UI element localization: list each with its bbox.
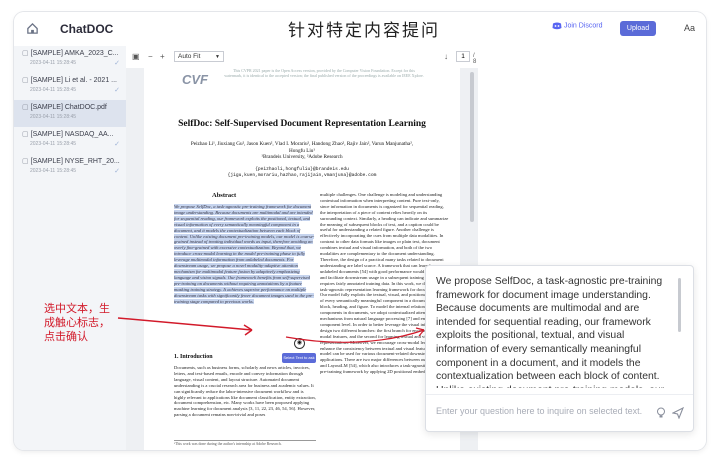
file-date: 2023-04-11 15:28:45 [30, 168, 77, 174]
zoom-select[interactable]: Auto Fit ▼ [174, 51, 224, 62]
check-icon: ✓ [114, 60, 120, 67]
footnote: ¹This work was done during the author's … [174, 440, 316, 446]
intro-heading: 1. Introduction [174, 354, 213, 360]
zoom-in-button[interactable]: + [160, 52, 165, 61]
pdf-toolbar: ▣ − + Auto Fit ▼ ↓ 1 / 8 [126, 46, 478, 69]
file-name: [SAMPLE] Li et al. - 2021 ... [30, 77, 118, 84]
file-date: 2023-04-11 15:28:45 [30, 114, 77, 120]
file-icon: ▢ [22, 77, 29, 84]
discord-icon [552, 22, 562, 30]
cvpr-notice: This CVPR 2021 paper is the Open Access … [224, 68, 424, 78]
file-icon: ▢ [22, 131, 29, 138]
author-list: Peizhao Li¹, Jiuxiang Gu², Jason Kuen², … [190, 141, 414, 154]
join-discord-link[interactable]: Join Discord [552, 22, 602, 30]
sidebar-toggle-icon[interactable]: ▣ [132, 52, 140, 61]
file-item[interactable]: ▢ [SAMPLE] NYSE_RHT_20... 2023-04-11 15:2… [14, 154, 126, 181]
file-sidebar: ▢ [SAMPLE] AMKA_2023_C... 2023-04-11 15:2… [14, 46, 127, 450]
file-date: 2023-04-11 15:28:45 [30, 60, 77, 66]
file-date: 2023-04-11 15:28:45 [30, 141, 77, 147]
file-name: [SAMPLE] NASDAQ_AA... [30, 131, 114, 138]
zoom-value: Auto Fit [178, 53, 201, 60]
file-item[interactable]: ▢ [SAMPLE] Li et al. - 2021 ... 2023-04-1… [14, 73, 126, 100]
check-icon: ✓ [114, 141, 120, 148]
pdf-page[interactable]: CVF This CVPR 2021 paper is the Open Acc… [144, 68, 460, 450]
chevron-down-icon: ▼ [215, 54, 220, 60]
abstract-text-selected[interactable]: We propose SelfDoc, a task-agnostic pre-… [174, 204, 316, 304]
paper-authors: Peizhao Li¹, Jiuxiang Gu², Jason Kuen², … [184, 141, 420, 161]
header-annotation: 针对特定内容提问 [288, 21, 440, 41]
ask-selection-button[interactable]: Select Text to ask question [282, 353, 316, 370]
app-title: ChatDOC [60, 22, 114, 36]
lightbulb-icon[interactable] [656, 407, 666, 419]
upload-button[interactable]: Upload [620, 21, 656, 36]
check-icon: ✓ [114, 87, 120, 94]
file-name: [SAMPLE] ChatDOC.pdf [30, 104, 107, 111]
affiliations: ¹Brandeis University, ²Adobe Research [261, 154, 343, 160]
file-name: [SAMPLE] AMKA_2023_C... [30, 50, 119, 57]
intro-text: Documents, such as business forms, schol… [174, 365, 316, 418]
ask-marker-icon[interactable]: ◉ [294, 338, 305, 349]
selected-highlight: We propose SelfDoc, a task-agnostic pre-… [174, 204, 315, 304]
file-icon: ▢ [22, 50, 29, 57]
check-icon: ✓ [114, 168, 120, 175]
page-number-input[interactable]: 1 [456, 51, 470, 62]
pdf-scrollbar[interactable] [470, 72, 474, 222]
file-item-active[interactable]: ▢ [SAMPLE] ChatDOC.pdf 2023-04-11 15:28:4… [14, 100, 126, 127]
file-item[interactable]: ▢ [SAMPLE] AMKA_2023_C... 2023-04-11 15:2… [14, 46, 126, 73]
selected-text-chat: We propose SelfDoc, a task-agnostic pre-… [425, 265, 694, 432]
author-emails: {peizhaoli,hongfuliu}@brandeis.edu {jigu… [227, 167, 377, 178]
send-icon[interactable] [672, 407, 684, 419]
chat-divider [426, 394, 693, 395]
question-input[interactable] [436, 399, 646, 423]
zoom-out-button[interactable]: − [148, 52, 153, 61]
file-date: 2023-04-11 15:28:45 [30, 87, 77, 93]
file-icon: ▢ [22, 104, 29, 111]
home-icon[interactable] [26, 22, 39, 35]
abstract-heading: Abstract [212, 192, 237, 199]
discord-label: Join Discord [563, 22, 603, 30]
selected-text-quote: We propose SelfDoc, a task-agnostic pre-… [436, 276, 664, 388]
file-icon: ▢ [22, 158, 29, 165]
file-item[interactable]: ▢ [SAMPLE] NASDAQ_AA... 2023-04-11 15:28:… [14, 127, 126, 154]
top-header: ChatDOC 针对特定内容提问 Join Discord Upload Aa [14, 12, 706, 47]
file-name: [SAMPLE] NYSE_RHT_20... [30, 158, 120, 165]
arrow-down-icon[interactable]: ↓ [444, 52, 448, 61]
chat-scrollbar[interactable] [678, 278, 681, 332]
annotation-note: 选中文本，生成触心标志，点击确认 [44, 302, 110, 343]
language-toggle[interactable]: Aa [684, 23, 695, 33]
paper-title: SelfDoc: Self-Supervised Document Repres… [178, 119, 426, 129]
cvf-logo: CVF [182, 72, 208, 87]
